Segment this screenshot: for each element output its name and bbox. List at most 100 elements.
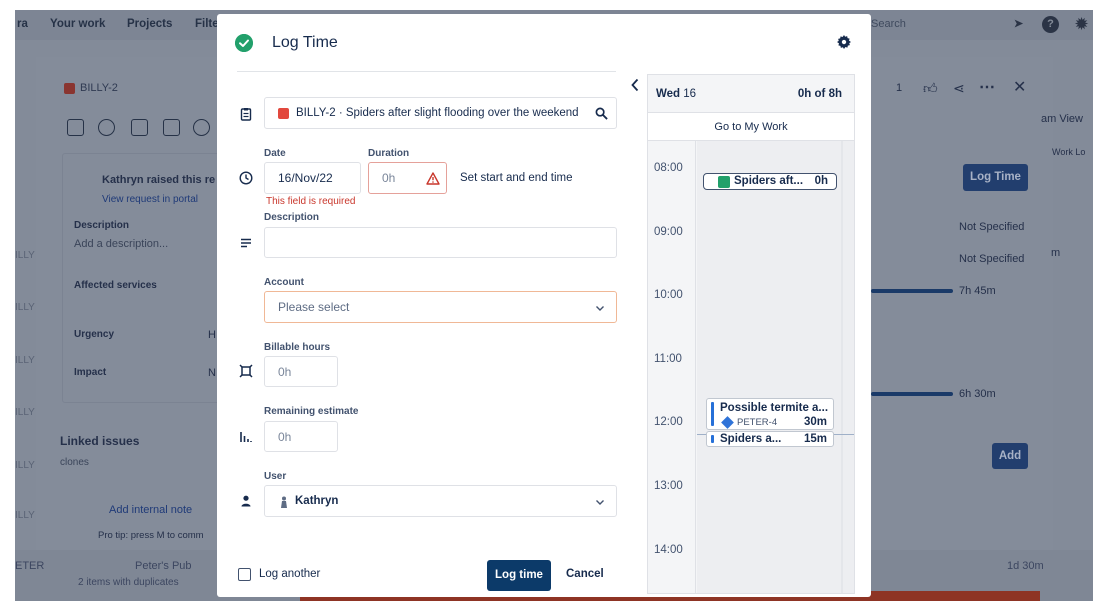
rocket-icon[interactable]: ➤ [1010, 16, 1027, 33]
link-icon[interactable] [131, 119, 148, 136]
worklog-title: Spiders aft... [734, 175, 804, 187]
page-icon[interactable] [163, 119, 180, 136]
log-time-button[interactable]: Log Time [963, 164, 1028, 191]
calendar-grid[interactable] [697, 141, 854, 593]
worklog-color-bar [711, 435, 714, 443]
worklog-card-draft[interactable]: Spiders aft... 0h [703, 173, 837, 190]
calendar-header: Wed 16 0h of 8h [648, 75, 854, 113]
description-field[interactable] [264, 227, 617, 258]
view-request-link[interactable]: View request in portal [102, 194, 198, 205]
log-another-label[interactable]: Log another [259, 568, 320, 580]
add-internal-note-link[interactable]: Add internal note [109, 504, 192, 516]
date-value: 16/Nov/22 [278, 171, 333, 185]
time-logged-2: 6h 30m [959, 388, 996, 400]
log-time-button[interactable]: Log time [487, 560, 551, 591]
nav-logo-fragment: ra [17, 18, 28, 30]
set-start-end-link[interactable]: Set start and end time [460, 172, 573, 184]
worklog-duration: 0h [814, 175, 828, 187]
attach-icon[interactable] [67, 119, 84, 136]
billable-hours-label: Billable hours [264, 342, 331, 353]
issue-key[interactable]: BILLY-2 [80, 82, 118, 94]
linked-issues-label: Linked issues [60, 434, 140, 448]
work-log-label[interactable]: Work Lo [1052, 147, 1085, 157]
worklog-color-bar [711, 402, 714, 426]
add-button[interactable]: Add [992, 443, 1028, 469]
billable-hours-placeholder: 0h [278, 364, 292, 379]
account-label: Account [264, 277, 304, 288]
time-column: 08:00 09:00 10:00 11:00 12:00 13:00 14:0… [648, 141, 696, 593]
nav-your-work[interactable]: Your work [50, 18, 105, 30]
impact-label: Impact [74, 367, 107, 378]
log-another-checkbox[interactable] [238, 568, 251, 581]
urgency-label: Urgency [74, 329, 115, 340]
footer-project-key: ETER [15, 560, 45, 572]
time-label: 08:00 [654, 162, 683, 174]
issue-picker-value: BILLY-2 · Spiders after slight flooding … [296, 107, 579, 119]
worklog-card[interactable]: Possible termite a... PETER-4 30m [706, 398, 834, 430]
sidebar-issue-label: ILLY [15, 510, 35, 521]
thumbs-up-icon[interactable]: 👍︎ [923, 80, 938, 97]
account-select[interactable]: Please select [264, 291, 617, 323]
worklog-issue-key: PETER-4 [737, 417, 778, 428]
settings-icon[interactable]: ✹ [1073, 16, 1090, 33]
sidebar-issue-label: ILLY [15, 460, 35, 471]
account-placeholder: Please select [278, 300, 350, 314]
issue-picker[interactable]: BILLY-2 · Spiders after slight flooding … [264, 97, 617, 129]
more-icon[interactable]: ⋯ [979, 77, 995, 97]
time-label: 14:00 [654, 544, 683, 556]
nav-projects[interactable]: Projects [127, 18, 172, 30]
side-suffix: m [1051, 247, 1061, 259]
checkmark-icon[interactable] [193, 119, 210, 136]
worklog-title: Possible termite a... [720, 402, 829, 414]
worklog-card[interactable]: Spiders a... 15m [706, 431, 834, 447]
go-to-my-work-link[interactable]: Go to My Work [648, 113, 854, 141]
impact-value[interactable]: N [208, 367, 216, 379]
share-icon[interactable]: ⋖ [953, 80, 965, 97]
request-card [62, 153, 222, 403]
bar-chart-icon [240, 432, 252, 442]
search-icon[interactable] [595, 107, 608, 120]
close-icon[interactable]: ✕ [1013, 77, 1026, 97]
worklog-title: Spiders a... [720, 433, 782, 445]
remaining-estimate-field[interactable]: 0h [264, 421, 338, 452]
affected-services-label: Affected services [74, 280, 157, 291]
remaining-estimate-placeholder: 0h [278, 429, 292, 444]
gear-icon[interactable] [837, 35, 851, 49]
clipboard-icon [240, 108, 252, 121]
check-icon [718, 176, 730, 188]
billable-icon [239, 364, 253, 378]
clock-icon [239, 171, 253, 185]
issue-type-icon [278, 108, 289, 119]
person-icon [241, 495, 251, 507]
search-input[interactable]: Search [871, 18, 906, 30]
log-time-dialog: Log Time BILLY-2 · Spiders after slight … [217, 14, 871, 597]
duration-label: Duration [368, 148, 410, 159]
dialog-footer: Log another Log time Cancel [217, 554, 637, 594]
chevron-left-icon[interactable] [630, 78, 640, 92]
left-sidebar: ILLY ILLY ILLY ILLY ILLY ILLY [15, 50, 37, 570]
help-icon[interactable]: ? [1042, 16, 1059, 33]
nav-filters[interactable]: Filte [195, 18, 219, 30]
story-icon [721, 416, 734, 429]
footer-project[interactable]: Peter's Pub [135, 560, 192, 572]
team-view-label[interactable]: am View [1041, 113, 1083, 125]
duration-field[interactable]: 0h [368, 162, 447, 194]
urgency-value[interactable]: H [208, 329, 216, 341]
watch-count[interactable]: 1 [896, 82, 902, 94]
dialog-header: Log Time [217, 14, 871, 72]
cancel-button[interactable]: Cancel [566, 568, 604, 580]
sidebar-issue-label: ILLY [15, 302, 35, 313]
worklog-duration: 15m [803, 433, 827, 445]
time-label: 10:00 [654, 289, 683, 301]
search-icon[interactable] [98, 119, 115, 136]
user-select[interactable]: Kathryn [264, 485, 617, 517]
date-field[interactable]: 16/Nov/22 [264, 162, 361, 194]
description-placeholder[interactable]: Add a description... [74, 238, 168, 250]
user-value: Kathryn [295, 495, 339, 507]
not-specified-2: Not Specified [959, 253, 1025, 265]
time-label: 12:00 [654, 416, 683, 428]
billable-hours-field[interactable]: 0h [264, 356, 338, 387]
divider [237, 71, 616, 72]
issue-type-icon [64, 83, 75, 94]
reporter-text: Kathryn raised this re [102, 174, 216, 186]
